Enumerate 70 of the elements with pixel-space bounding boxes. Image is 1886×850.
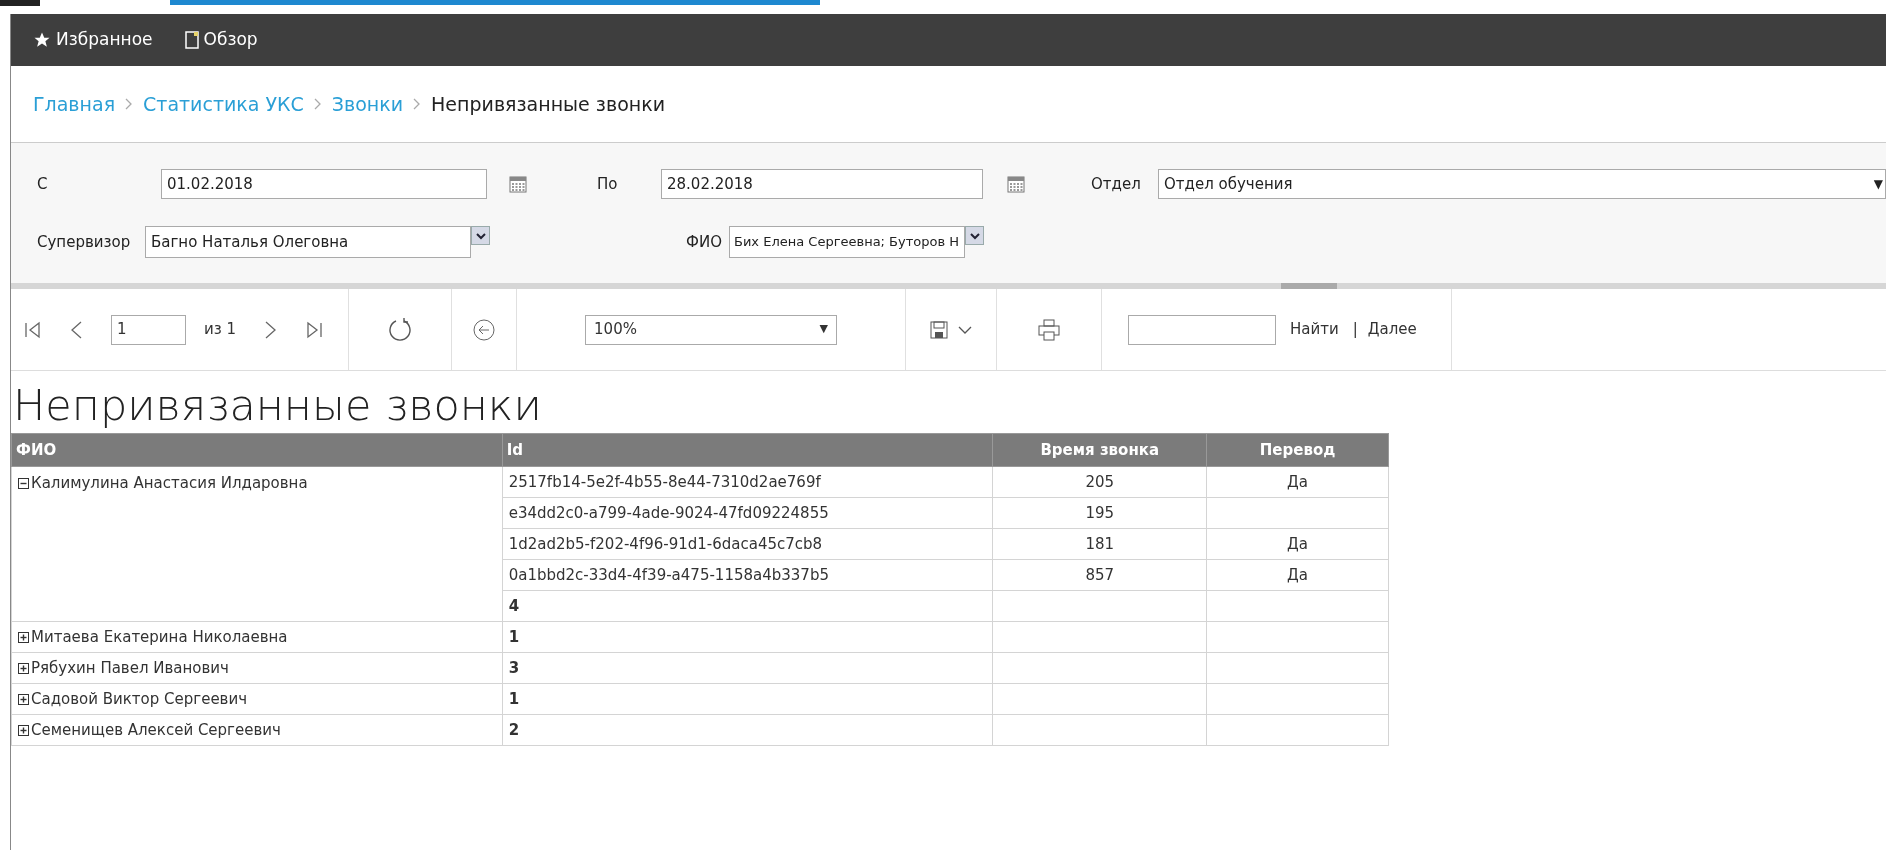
person-field[interactable]: Бих Елена Сергеевна; Буторов Н: [729, 226, 965, 258]
chevron-down-icon: [475, 231, 486, 240]
refresh-icon[interactable]: [388, 316, 413, 343]
field-label: С: [37, 173, 49, 195]
column-header: Id: [502, 433, 993, 467]
employee-name: Митаева Екатерина Николаевна: [31, 626, 288, 648]
employee-name: Садовой Виктор Сергеевич: [31, 688, 248, 710]
nav-link[interactable]: Обзор: [184, 27, 258, 53]
employee-name: Калимулина Анастасия Илдаровна: [31, 473, 308, 494]
call-id: 0a1bbd2c-33d4-4f39-a475-1158a4b337b5: [508, 565, 829, 584]
date-field[interactable]: 28.02.2018: [661, 169, 983, 199]
first-page-icon[interactable]: [25, 320, 41, 339]
collapse-handle[interactable]: [1281, 283, 1337, 289]
nav-link[interactable]: Избранное: [33, 27, 153, 53]
collapse-icon[interactable]: [18, 477, 29, 489]
save-icon[interactable]: [930, 320, 949, 339]
dropdown-button[interactable]: [471, 226, 490, 245]
chevron-right-icon: [312, 97, 323, 111]
column-header: Время звонка: [992, 433, 1207, 467]
chevron-down-icon[interactable]: [958, 324, 973, 335]
call-duration: 181: [1085, 534, 1115, 553]
employee-name: Рябухин Павел Иванович: [31, 657, 229, 679]
call-duration: 205: [1085, 472, 1115, 491]
supervisor-field[interactable]: Багно Наталья Олеговна: [145, 226, 471, 258]
search-field[interactable]: [1128, 314, 1277, 345]
call-id: 1d2ad2b5-f202-4f96-91d1-6daca45c7cb8: [508, 534, 823, 553]
report-title: Непривязанные звонки: [12, 379, 543, 432]
call-duration: 195: [1085, 503, 1115, 522]
breadcrumb-current: Непривязанные звонки: [431, 91, 665, 117]
call-count: 1: [508, 627, 520, 646]
page-number-field[interactable]: 1: [111, 314, 186, 345]
date-field[interactable]: 01.02.2018: [161, 169, 487, 199]
call-count: 1: [508, 689, 520, 708]
next-link[interactable]: Далее: [1367, 318, 1417, 341]
employee-name: Семенищев Алексей Сергеевич: [31, 719, 281, 741]
call-duration: 857: [1085, 565, 1115, 584]
department-select[interactable]: Отдел обучения ▼: [1158, 169, 1886, 199]
previous-page-icon[interactable]: [69, 319, 83, 340]
last-page-icon[interactable]: [306, 320, 323, 339]
column-header: Перевод: [1206, 433, 1389, 467]
call-count: 4: [508, 596, 520, 615]
call-id: e34dd2c0-a799-4ade-9024-47fd09224855: [508, 503, 829, 522]
field-label: ФИО: [686, 231, 723, 253]
find-link[interactable]: Найти: [1290, 318, 1339, 341]
expand-icon[interactable]: [18, 662, 29, 674]
back-icon[interactable]: [472, 317, 497, 342]
calendar-icon[interactable]: [1007, 175, 1025, 193]
call-count: 3: [508, 658, 520, 677]
dropdown-button[interactable]: [965, 226, 984, 245]
chevron-down-icon: [969, 231, 980, 240]
expand-icon[interactable]: [18, 724, 29, 736]
page-icon: [184, 31, 199, 49]
print-icon[interactable]: [1038, 318, 1061, 341]
calendar-icon[interactable]: [509, 175, 527, 193]
column-header: ФИО: [11, 433, 503, 467]
field-label: По: [597, 173, 619, 195]
call-id: 2517fb14-5e2f-4b55-8e44-7310d2ae769f: [508, 472, 821, 491]
link-separator: |: [1352, 319, 1358, 341]
expand-icon[interactable]: [18, 693, 29, 705]
transfer-text: Да: [1287, 565, 1309, 584]
call-count: 2: [508, 720, 520, 739]
field-label: Отдел: [1091, 173, 1142, 195]
star-icon: [33, 31, 51, 49]
expand-icon[interactable]: [18, 631, 29, 643]
page-count: из 1: [204, 319, 237, 341]
field-label: Супервизор: [37, 231, 132, 253]
transfer-text: Да: [1287, 472, 1309, 491]
transfer-text: Да: [1287, 534, 1309, 553]
zoom-select[interactable]: 100% ▼: [585, 314, 838, 345]
cut-off-mark: [0, 0, 40, 6]
